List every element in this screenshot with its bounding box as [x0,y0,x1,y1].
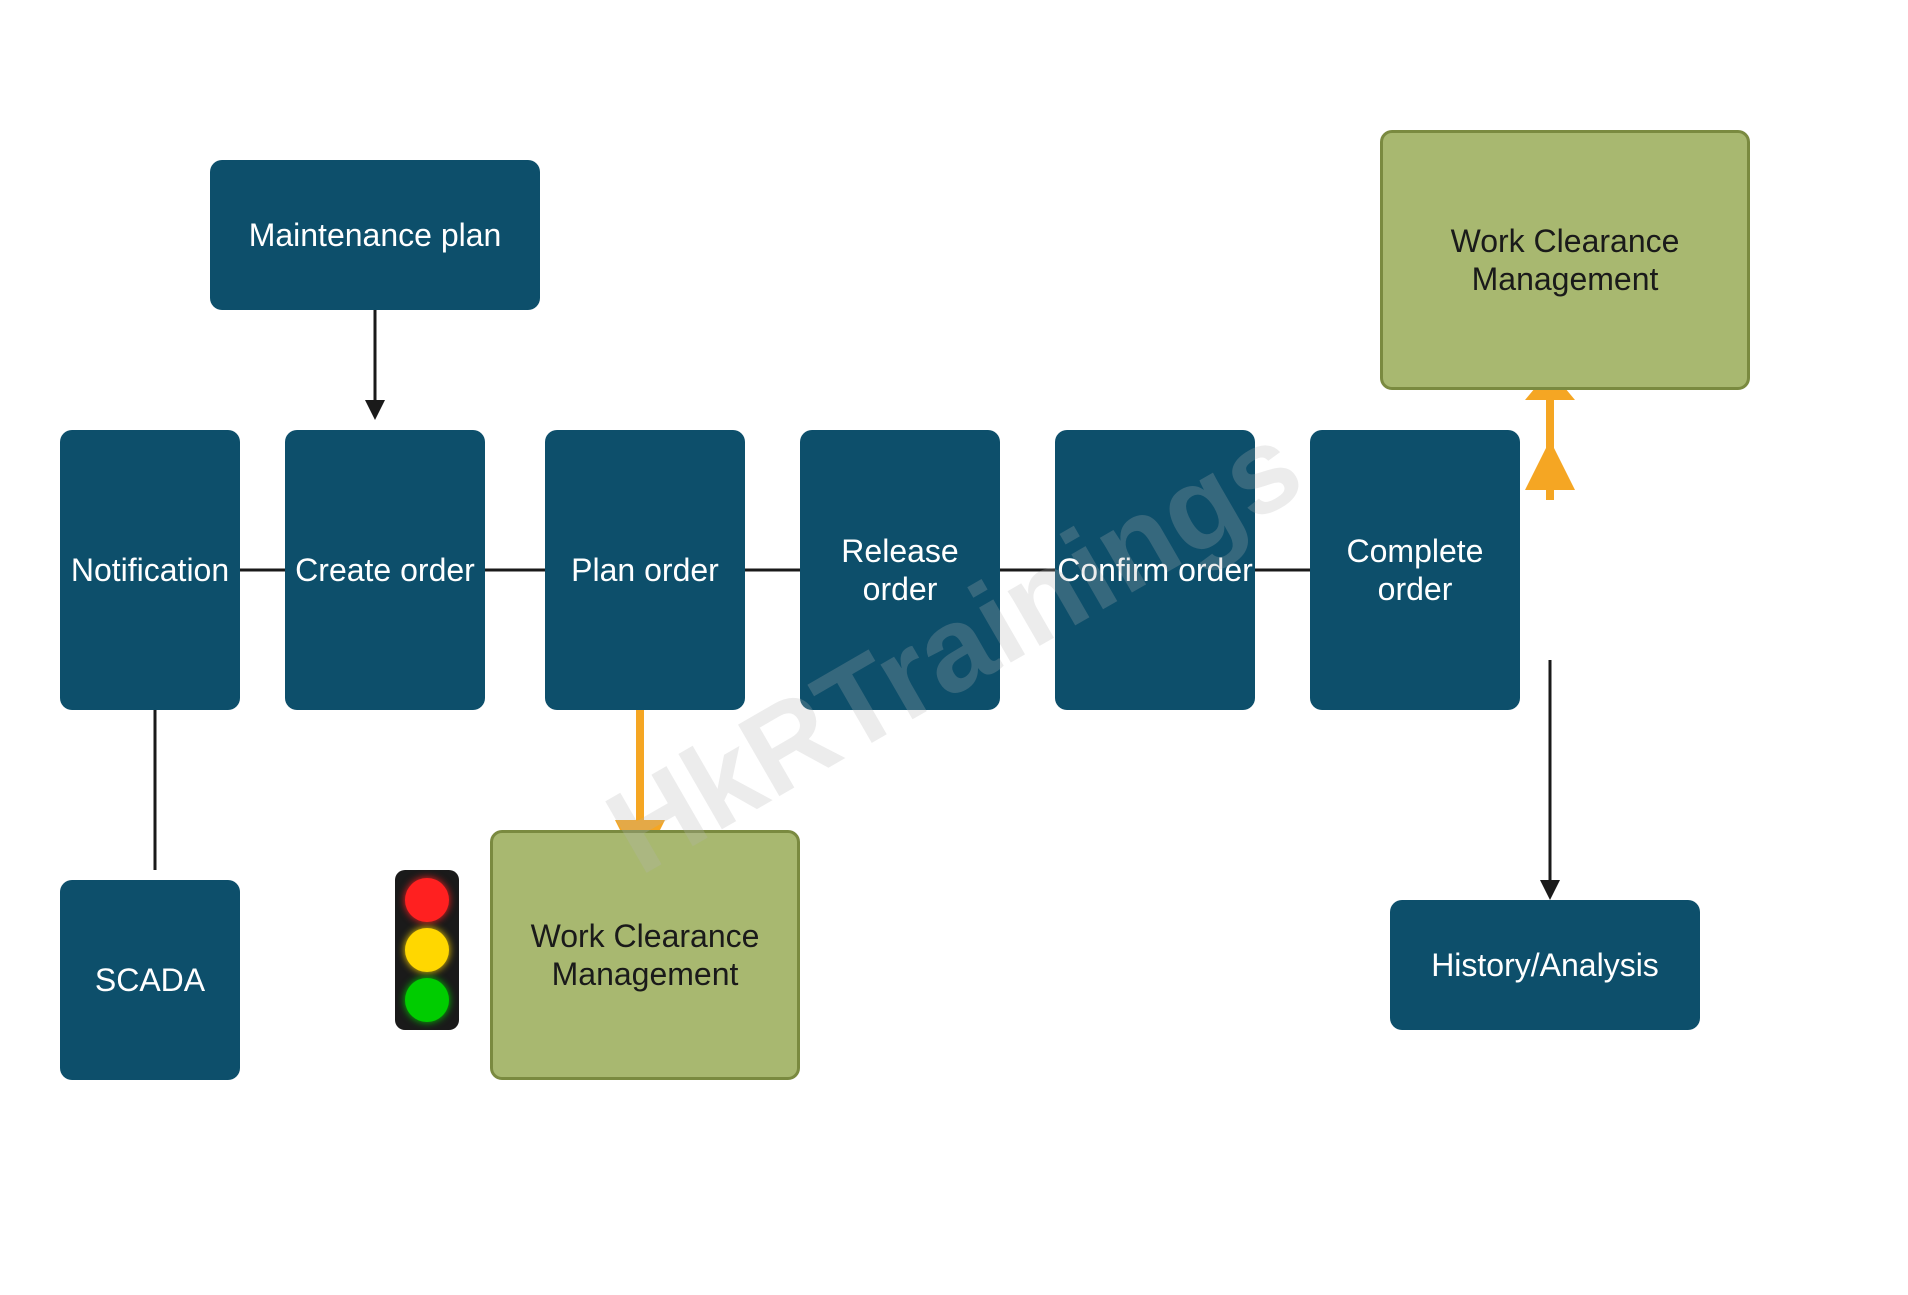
traffic-light-green [405,978,449,1022]
plan-order-box: Plan order [545,430,745,710]
history-analysis-box: History/Analysis [1390,900,1700,1030]
traffic-light-red [405,878,449,922]
maintenance-plan-box: Maintenance plan [210,160,540,310]
scada-box: SCADA [60,880,240,1080]
release-order-box: Release order [800,430,1000,710]
complete-order-box: Complete order [1310,430,1520,710]
confirm-order-box: Confirm order [1055,430,1255,710]
notification-box: Notification [60,430,240,710]
wcm-bottom-box: Work Clearance Management [490,830,800,1080]
traffic-light [395,870,459,1030]
wcm-top-box: Work Clearance Management [1380,130,1750,390]
traffic-light-yellow [405,928,449,972]
diagram-container: HkRTrainings Maintenance plan [0,0,1908,1295]
create-order-box: Create order [285,430,485,710]
